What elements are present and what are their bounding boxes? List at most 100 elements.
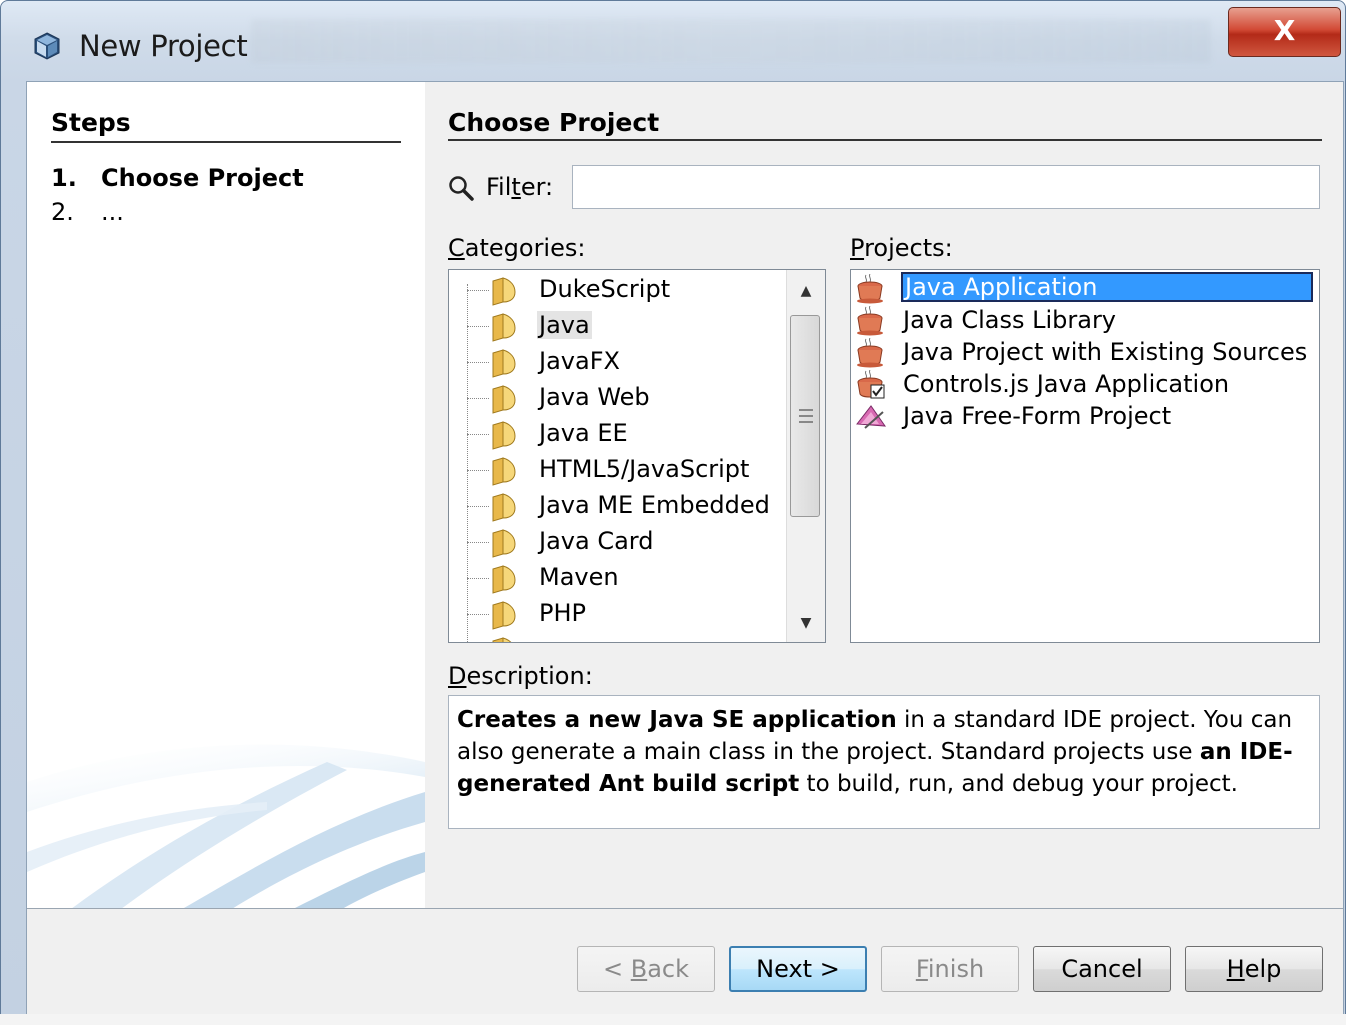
category-item-partial bbox=[449, 632, 787, 642]
close-button[interactable]: X bbox=[1228, 7, 1341, 57]
steps-panel: Steps 1. Choose Project 2.... bbox=[27, 82, 425, 908]
decorative-swoosh-image bbox=[27, 744, 425, 908]
category-item-dukescript[interactable]: DukeScript bbox=[449, 272, 787, 308]
dialog-content: Steps 1. Choose Project 2.... Choose Pro… bbox=[26, 81, 1344, 1015]
category-item-java-ee[interactable]: Java EE bbox=[449, 416, 787, 452]
filter-label-part: er: bbox=[520, 173, 554, 201]
projects-label-mnemonic: P bbox=[850, 234, 865, 262]
category-label: Maven bbox=[539, 563, 619, 591]
step-label: Choose Project bbox=[101, 164, 304, 192]
new-project-dialog: New Project X Steps 1. Choose Project 2..… bbox=[0, 0, 1346, 1025]
netbeans-cube-icon bbox=[34, 32, 60, 60]
filter-label-mnemonic: t bbox=[511, 173, 521, 201]
description-label: Description: bbox=[448, 662, 593, 690]
help-button[interactable]: Help bbox=[1185, 946, 1323, 992]
search-icon bbox=[449, 176, 474, 201]
tree-connector bbox=[467, 362, 489, 363]
category-item-java-web[interactable]: Java Web bbox=[449, 380, 787, 416]
category-label: Java Card bbox=[539, 527, 654, 555]
finish-button-text: inish bbox=[927, 955, 985, 983]
category-label: DukeScript bbox=[539, 275, 671, 303]
category-item-java[interactable]: Java bbox=[449, 308, 787, 344]
category-label: Java ME Embedded bbox=[539, 491, 770, 519]
category-label: Java bbox=[537, 311, 592, 339]
project-item-java-project-existing-sources[interactable]: Java Project with Existing Sources bbox=[851, 336, 1319, 368]
cancel-button[interactable]: Cancel bbox=[1033, 946, 1171, 992]
project-label: Java Project with Existing Sources bbox=[903, 338, 1308, 366]
projects-label: Projects: bbox=[850, 234, 953, 262]
category-item-html5-javascript[interactable]: HTML5/JavaScript bbox=[449, 452, 787, 488]
category-item-maven[interactable]: Maven bbox=[449, 560, 787, 596]
scroll-up-arrow-icon[interactable]: ▲ bbox=[787, 274, 825, 308]
folder-icon bbox=[492, 349, 516, 378]
folder-icon bbox=[492, 565, 516, 594]
project-label: Controls.js Java Application bbox=[903, 370, 1230, 398]
project-item-controlsjs-java-application[interactable]: Controls.js Java Application bbox=[851, 368, 1319, 400]
tree-connector bbox=[467, 506, 489, 507]
project-label: Java Class Library bbox=[903, 306, 1117, 334]
projects-label-part: rojects: bbox=[864, 234, 953, 262]
tree-connector bbox=[467, 326, 489, 327]
folder-icon bbox=[492, 457, 516, 486]
back-button-mnemonic: B bbox=[630, 955, 648, 983]
description-label-part: escription: bbox=[466, 662, 593, 690]
tree-connector bbox=[467, 398, 489, 399]
help-button-text: elp bbox=[1244, 955, 1282, 983]
window-title: New Project bbox=[79, 29, 248, 63]
step-number: 1. bbox=[51, 164, 77, 192]
tree-connector bbox=[467, 542, 489, 543]
scroll-thumb[interactable] bbox=[790, 315, 820, 517]
finish-button-mnemonic: F bbox=[915, 955, 928, 983]
categories-label: Categories: bbox=[448, 234, 585, 262]
folder-icon bbox=[492, 313, 516, 342]
filter-label-part: Fil bbox=[486, 173, 512, 201]
project-label: Java Free-Form Project bbox=[903, 402, 1172, 430]
folder-icon bbox=[492, 637, 512, 642]
step-1: 1. Choose Project bbox=[51, 164, 304, 192]
tree-connector bbox=[467, 290, 489, 291]
back-button-text: < bbox=[602, 955, 631, 983]
category-item-java-me-embedded[interactable]: Java ME Embedded bbox=[449, 488, 787, 524]
tree-connector bbox=[467, 578, 489, 579]
tree-connector bbox=[467, 470, 489, 471]
back-button-text: ack bbox=[647, 955, 690, 983]
project-item-java-application[interactable]: Java Application bbox=[851, 272, 1319, 304]
project-item-java-free-form[interactable]: Java Free-Form Project bbox=[851, 400, 1319, 432]
folder-icon bbox=[492, 529, 516, 558]
project-item-java-class-library[interactable]: Java Class Library bbox=[851, 304, 1319, 336]
step-label: ... bbox=[101, 198, 124, 226]
filter-input[interactable] bbox=[572, 165, 1320, 209]
title-bar[interactable]: New Project X bbox=[1, 1, 1345, 79]
step-number: 2. bbox=[51, 198, 74, 226]
java-coffee-cup-icon bbox=[857, 274, 883, 304]
projects-list[interactable]: Java Application Java Class Library Java… bbox=[850, 269, 1320, 643]
categories-tree[interactable]: DukeScript Java JavaFX Java Web Java EE … bbox=[448, 269, 826, 643]
category-label: JavaFX bbox=[539, 347, 620, 375]
category-item-java-card[interactable]: Java Card bbox=[449, 524, 787, 560]
back-button[interactable]: < Back bbox=[577, 946, 715, 992]
java-coffee-cup-icon bbox=[857, 306, 883, 336]
scroll-down-arrow-icon[interactable]: ▼ bbox=[787, 606, 825, 640]
category-item-javafx[interactable]: JavaFX bbox=[449, 344, 787, 380]
category-label: Java Web bbox=[539, 383, 650, 411]
description-bold-text: Creates a new Java SE application bbox=[457, 707, 897, 733]
description-box: Creates a new Java SE application in a s… bbox=[448, 695, 1320, 829]
category-label: PHP bbox=[539, 599, 586, 627]
categories-scrollbar[interactable]: ▲ ▼ bbox=[786, 270, 825, 642]
controls-js-cup-icon bbox=[857, 370, 885, 399]
categories-label-part: ategories: bbox=[464, 234, 586, 262]
free-form-project-icon bbox=[856, 405, 887, 429]
category-label: HTML5/JavaScript bbox=[539, 455, 750, 483]
project-label: Java Application bbox=[901, 272, 1313, 302]
folder-icon bbox=[492, 385, 516, 414]
category-item-php[interactable]: PHP bbox=[449, 596, 787, 632]
page-title: Choose Project bbox=[448, 108, 1322, 141]
main-panel: Choose Project Filter: Categories: DukeS… bbox=[425, 82, 1343, 908]
folder-icon bbox=[492, 493, 516, 522]
tree-connector bbox=[467, 434, 489, 435]
next-button[interactable]: Next > bbox=[729, 946, 867, 992]
category-label: Java EE bbox=[539, 419, 628, 447]
below-window-strip bbox=[0, 1014, 1346, 1025]
finish-button[interactable]: Finish bbox=[881, 946, 1019, 992]
tree-connector bbox=[467, 614, 489, 615]
